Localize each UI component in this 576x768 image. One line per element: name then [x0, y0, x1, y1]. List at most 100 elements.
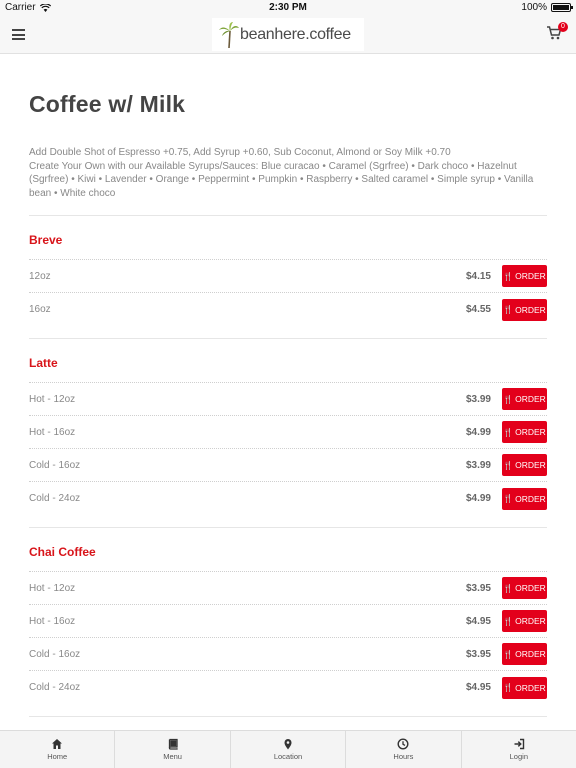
- utensils-icon: 🍴: [503, 683, 514, 692]
- menu-content: Coffee w/ Milk Add Double Shot of Espres…: [29, 55, 547, 717]
- tab-home[interactable]: Home: [0, 731, 116, 768]
- cart-count-badge: 0: [558, 22, 568, 32]
- order-label: ORDER: [515, 682, 546, 693]
- clock-time: 2:30 PM: [269, 2, 307, 13]
- tab-hours[interactable]: Hours: [346, 731, 462, 768]
- menu-item-row: Cold - 24oz $4.99 🍴 ORDER: [29, 482, 547, 515]
- category-title: Latte: [29, 339, 547, 383]
- menu-line-icon: [12, 33, 25, 36]
- brand-logo[interactable]: beanhere.coffee: [212, 18, 364, 51]
- item-price: $3.99: [465, 459, 491, 471]
- item-price: $4.15: [465, 270, 491, 282]
- menu-item-row: 12oz $4.15 🍴 ORDER: [29, 260, 547, 293]
- home-icon: [52, 739, 63, 749]
- cart-button[interactable]: 0: [546, 22, 568, 44]
- menu-item-row: Cold - 24oz $4.95 🍴 ORDER: [29, 671, 547, 704]
- item-name: Hot - 16oz: [29, 615, 76, 627]
- bottom-navigation: Home Menu Location Hours Login: [0, 730, 576, 768]
- menu-item-row: Cold - 16oz $3.99 🍴 ORDER: [29, 449, 547, 482]
- tab-label: Home: [47, 752, 68, 761]
- battery-percent: 100%: [521, 2, 547, 13]
- utensils-icon: 🍴: [503, 305, 514, 314]
- menu-item-row: Hot - 12oz $3.95 🍴 ORDER: [29, 572, 547, 605]
- order-label: ORDER: [515, 394, 546, 404]
- category-description: Add Double Shot of Espresso +0.75, Add S…: [29, 146, 547, 216]
- brand-logo-text: beanhere.coffee: [240, 25, 351, 43]
- item-name: Hot - 12oz: [29, 393, 76, 405]
- tab-menu[interactable]: Menu: [115, 731, 231, 768]
- item-name: Hot - 16oz: [29, 426, 76, 438]
- book-icon: [168, 738, 178, 750]
- tab-label: Hours: [393, 752, 414, 761]
- order-button[interactable]: 🍴 ORDER: [502, 577, 547, 599]
- menu-item-row: Hot - 16oz $4.95 🍴 ORDER: [29, 605, 547, 638]
- order-label: ORDER: [515, 271, 546, 281]
- page-title: Coffee w/ Milk: [29, 91, 186, 117]
- tab-label: Login: [509, 752, 528, 761]
- item-price: $4.55: [465, 304, 491, 315]
- order-button[interactable]: 🍴 ORDER: [502, 388, 547, 410]
- item-price: $3.99: [465, 393, 491, 405]
- battery-indicator: 100%: [521, 2, 573, 13]
- item-name: Cold - 16oz: [29, 648, 81, 660]
- login-icon: [514, 738, 525, 750]
- status-bar: Carrier 2:30 PM 100%: [0, 0, 576, 16]
- utensils-icon: 🍴: [503, 616, 514, 626]
- item-price: $4.99: [465, 426, 491, 438]
- utensils-icon: 🍴: [503, 583, 514, 593]
- description-line: Create Your Own with our Available Syrup…: [29, 160, 534, 199]
- menu-line-icon: [12, 29, 25, 31]
- menu-item-row: Hot - 16oz $4.99 🍴 ORDER: [29, 416, 547, 449]
- menu-item-row: 16oz $4.55 🍴 ORDER: [29, 293, 547, 326]
- clock-icon: [397, 738, 409, 750]
- order-button[interactable]: 🍴 ORDER: [502, 298, 547, 321]
- order-button[interactable]: 🍴 ORDER: [502, 454, 547, 476]
- item-price: $4.95: [465, 615, 491, 627]
- order-label: ORDER: [515, 583, 546, 593]
- category-section-breve: Breve 12oz $4.15 🍴 ORDER 16oz $4.55 🍴 ORDE…: [29, 216, 547, 339]
- order-button[interactable]: 🍴 ORDER: [502, 265, 547, 287]
- app-header: beanhere.coffee 0: [0, 16, 576, 54]
- order-label: ORDER: [515, 427, 546, 437]
- order-label: ORDER: [515, 616, 546, 626]
- utensils-icon: 🍴: [503, 649, 514, 659]
- battery-icon: [551, 3, 573, 12]
- item-name: 12oz: [29, 270, 51, 282]
- tab-label: Menu: [163, 752, 182, 761]
- hamburger-menu-button[interactable]: [12, 29, 25, 40]
- item-price: $3.95: [465, 582, 491, 594]
- utensils-icon: 🍴: [503, 460, 514, 470]
- category-section-chai-coffee: Chai Coffee Hot - 12oz $3.95 🍴 ORDER Hot …: [29, 528, 547, 717]
- utensils-icon: 🍴: [503, 271, 514, 281]
- item-price: $4.95: [465, 682, 491, 693]
- tab-login[interactable]: Login: [462, 731, 576, 768]
- item-name: Cold - 24oz: [29, 493, 81, 504]
- order-label: ORDER: [515, 649, 546, 659]
- menu-item-row: Hot - 12oz $3.99 🍴 ORDER: [29, 383, 547, 416]
- utensils-icon: 🍴: [503, 394, 514, 404]
- description-line: Add Double Shot of Espresso +0.75, Add S…: [29, 147, 451, 158]
- item-name: Hot - 12oz: [29, 582, 76, 594]
- order-button[interactable]: 🍴 ORDER: [502, 676, 547, 699]
- order-button[interactable]: 🍴 ORDER: [502, 610, 547, 632]
- order-button[interactable]: 🍴 ORDER: [502, 643, 547, 665]
- order-label: ORDER: [515, 460, 546, 470]
- utensils-icon: 🍴: [503, 494, 514, 503]
- item-price: $4.99: [465, 493, 491, 504]
- item-name: 16oz: [29, 304, 51, 315]
- menu-line-icon: [12, 38, 25, 40]
- utensils-icon: 🍴: [503, 427, 514, 437]
- order-label: ORDER: [515, 304, 546, 315]
- item-name: Cold - 16oz: [29, 459, 81, 471]
- order-label: ORDER: [515, 493, 546, 504]
- palm-tree-icon: [219, 21, 239, 48]
- category-title: Chai Coffee: [29, 528, 547, 572]
- item-name: Cold - 24oz: [29, 682, 81, 693]
- tab-location[interactable]: Location: [231, 731, 347, 768]
- order-button[interactable]: 🍴 ORDER: [502, 421, 547, 443]
- tab-label: Location: [273, 752, 303, 761]
- category-title: Breve: [29, 216, 547, 260]
- menu-item-row: Cold - 16oz $3.95 🍴 ORDER: [29, 638, 547, 671]
- order-button[interactable]: 🍴 ORDER: [502, 487, 547, 510]
- item-price: $3.95: [465, 648, 491, 660]
